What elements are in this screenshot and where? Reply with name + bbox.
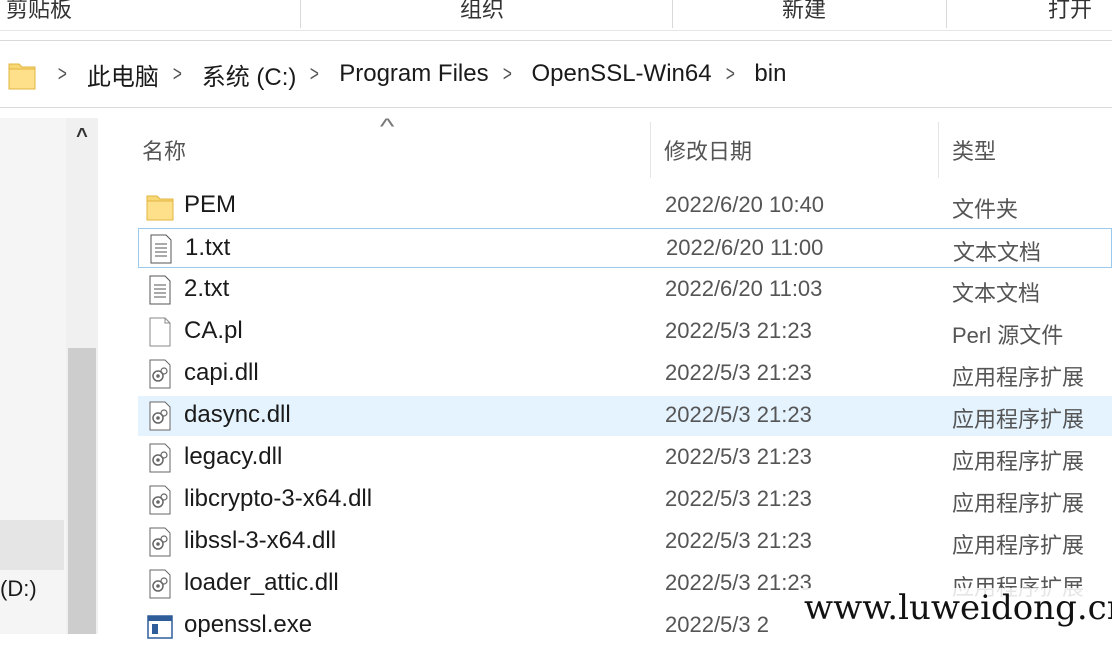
scroll-up-arrow-icon[interactable]: ^ bbox=[70, 124, 94, 148]
file-name: libssl-3-x64.dll bbox=[184, 527, 337, 554]
chevron-right-icon[interactable]: > bbox=[310, 61, 319, 87]
folder-icon bbox=[146, 195, 174, 221]
file-name: dasync.dll bbox=[184, 401, 291, 428]
chevron-right-icon[interactable]: > bbox=[503, 61, 512, 87]
ribbon-separator bbox=[300, 0, 301, 28]
ribbon-group-organize[interactable]: 组织 bbox=[460, 0, 504, 24]
file-date: 2022/5/3 21:23 bbox=[665, 402, 812, 427]
file-name: PEM bbox=[184, 191, 237, 218]
dll-file-icon bbox=[149, 401, 171, 431]
column-header-name[interactable]: 名称 bbox=[142, 134, 186, 166]
file-row[interactable]: CA.pl 2022/5/3 21:23 Perl 源文件 bbox=[138, 312, 1112, 352]
column-separator[interactable] bbox=[650, 122, 651, 178]
file-date: 2022/5/3 21:23 bbox=[665, 360, 812, 385]
ribbon-separator bbox=[946, 0, 947, 28]
file-row[interactable]: 1.txt 2022/6/20 11:00 文本文档 bbox=[138, 228, 1112, 268]
dll-file-icon bbox=[149, 359, 171, 389]
exe-file-icon bbox=[147, 615, 173, 639]
column-header-date[interactable]: 修改日期 bbox=[664, 134, 752, 166]
file-type: 文本文档 bbox=[953, 240, 1042, 265]
file-date: 2022/5/3 21:23 bbox=[665, 444, 812, 469]
breadcrumb-program-files[interactable]: Program Files bbox=[339, 60, 488, 88]
column-header: ^ 名称 修改日期 类型 bbox=[98, 114, 1112, 178]
file-type: 应用程序扩展 bbox=[952, 449, 1085, 474]
file-name: loader_attic.dll bbox=[184, 569, 339, 596]
column-separator[interactable] bbox=[938, 122, 939, 178]
column-header-type[interactable]: 类型 bbox=[952, 134, 996, 166]
file-name: libcrypto-3-x64.dll bbox=[184, 485, 373, 512]
address-bar[interactable]: > 此电脑 > 系统 (C:) > Program Files > OpenSS… bbox=[0, 40, 1112, 108]
file-type: 应用程序扩展 bbox=[952, 491, 1085, 516]
watermark: www.luweidong.cn bbox=[800, 588, 1112, 628]
file-date: 2022/5/3 21:23 bbox=[665, 570, 812, 595]
breadcrumb-openssl-win64[interactable]: OpenSSL-Win64 bbox=[531, 60, 711, 88]
ribbon-group-open[interactable]: 打开 bbox=[1048, 0, 1092, 24]
file-date: 2022/6/20 10:40 bbox=[665, 192, 825, 217]
ribbon-divider bbox=[0, 30, 1112, 31]
navigation-pane[interactable]: (D:) ^ bbox=[0, 118, 98, 634]
file-type: 文本文档 bbox=[952, 281, 1041, 306]
file-date: 2022/6/20 11:00 bbox=[666, 235, 824, 260]
text-file-icon bbox=[150, 234, 172, 264]
file-date: 2022/5/3 2 bbox=[665, 612, 769, 637]
file-type: 文件夹 bbox=[952, 197, 1019, 222]
breadcrumb: > 此电脑 > 系统 (C:) > Program Files > OpenSS… bbox=[48, 41, 790, 107]
file-row[interactable]: 2.txt 2022/6/20 11:03 文本文档 bbox=[138, 270, 1112, 310]
file-date: 2022/5/3 21:23 bbox=[665, 318, 812, 343]
file-type: 应用程序扩展 bbox=[952, 365, 1085, 390]
file-type: 应用程序扩展 bbox=[952, 407, 1085, 432]
file-type: 应用程序扩展 bbox=[952, 533, 1085, 558]
file-row[interactable]: dasync.dll 2022/5/3 21:23 应用程序扩展 bbox=[138, 396, 1112, 436]
file-name: 2.txt bbox=[184, 275, 230, 302]
file-type: Perl 源文件 bbox=[952, 323, 1064, 348]
file-date: 2022/5/3 21:23 bbox=[665, 528, 812, 553]
file-date: 2022/6/20 11:03 bbox=[665, 276, 823, 301]
text-file-icon bbox=[149, 275, 171, 305]
ribbon-group-labels: 剪贴板 组织 新建 打开 bbox=[0, 0, 1112, 30]
ribbon-group-new[interactable]: 新建 bbox=[782, 0, 826, 24]
breadcrumb-this-pc[interactable]: 此电脑 bbox=[87, 57, 159, 92]
file-name: CA.pl bbox=[184, 317, 243, 344]
file-row[interactable]: legacy.dll 2022/5/3 21:23 应用程序扩展 bbox=[138, 438, 1112, 478]
chevron-right-icon[interactable]: > bbox=[173, 61, 182, 87]
file-row[interactable]: capi.dll 2022/5/3 21:23 应用程序扩展 bbox=[138, 354, 1112, 394]
dll-file-icon bbox=[149, 443, 171, 473]
file-row[interactable]: libcrypto-3-x64.dll 2022/5/3 21:23 应用程序扩… bbox=[138, 480, 1112, 520]
ribbon-group-clipboard[interactable]: 剪贴板 bbox=[6, 0, 72, 24]
nav-item-drive-d[interactable]: (D:) bbox=[0, 576, 37, 602]
file-name: 1.txt bbox=[185, 234, 231, 261]
file-row[interactable]: PEM 2022/6/20 10:40 文件夹 bbox=[138, 186, 1112, 226]
nav-scrollbar-thumb[interactable] bbox=[68, 348, 96, 634]
generic-file-icon bbox=[149, 317, 171, 347]
file-name: legacy.dll bbox=[184, 443, 283, 470]
dll-file-icon bbox=[149, 527, 171, 557]
folder-icon bbox=[8, 63, 36, 90]
dll-file-icon bbox=[149, 569, 171, 599]
file-name: capi.dll bbox=[184, 359, 259, 386]
breadcrumb-system-c[interactable]: 系统 (C:) bbox=[202, 57, 297, 92]
dll-file-icon bbox=[149, 485, 171, 515]
sort-ascending-icon: ^ bbox=[379, 114, 395, 139]
file-name: openssl.exe bbox=[184, 611, 313, 638]
file-row[interactable]: libssl-3-x64.dll 2022/5/3 21:23 应用程序扩展 bbox=[138, 522, 1112, 562]
chevron-right-icon[interactable]: > bbox=[725, 61, 734, 87]
chevron-right-icon[interactable]: > bbox=[58, 61, 67, 87]
file-date: 2022/5/3 21:23 bbox=[665, 486, 812, 511]
breadcrumb-bin[interactable]: bin bbox=[754, 60, 786, 88]
ribbon-separator bbox=[672, 0, 673, 28]
nav-selected-item[interactable] bbox=[0, 520, 64, 570]
